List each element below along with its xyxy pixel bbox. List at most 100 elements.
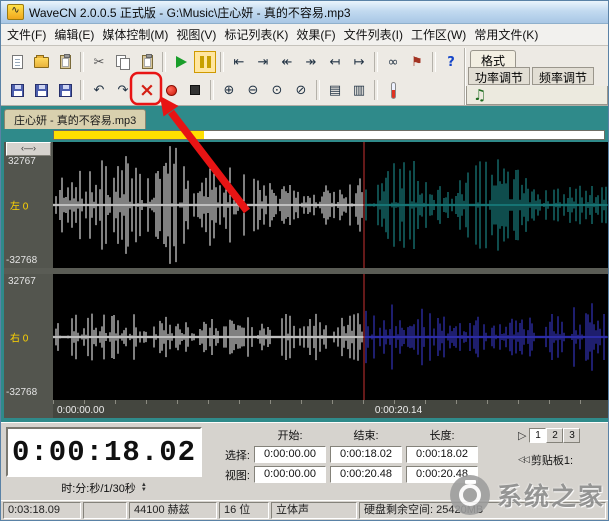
format-panel: 格式 功率调节 频率调节 ♫: [465, 48, 608, 105]
row-label-2: 视图:: [214, 466, 250, 483]
record-button[interactable]: [160, 79, 182, 101]
thermo-icon: [391, 82, 396, 99]
clip-icon: [142, 55, 153, 69]
music-note-icon: ♫: [473, 86, 486, 104]
next-marker-button[interactable]: ↠: [300, 51, 322, 73]
menu-item-4[interactable]: 视图(V): [172, 24, 220, 45]
clipboard-label-row: ◁◁ 剪贴板1:: [518, 452, 606, 468]
format-panel-tabs: 格式: [466, 48, 608, 67]
clipboard-slot-2[interactable]: 2: [546, 428, 563, 443]
left-channel-wave-container: [53, 142, 608, 268]
play-button[interactable]: [170, 51, 192, 73]
menu-item-6[interactable]: 效果(F): [292, 24, 339, 45]
time-ruler-corner: [4, 400, 53, 418]
right-channel-max-label: 32767: [8, 276, 36, 287]
delete-button[interactable]: ×: [136, 79, 158, 101]
titlebar: ∿ WaveCN 2.0.0.5 正式版 - G:\Music\庄心妍 - 真的…: [1, 1, 608, 24]
folder-icon: [34, 57, 49, 68]
overview-spacer: [4, 130, 53, 140]
copy-button[interactable]: [112, 51, 134, 73]
clipboard-nav-icon[interactable]: ◁◁: [518, 455, 528, 465]
levels-button[interactable]: ▥: [348, 79, 370, 101]
format-panel-content: ♫: [466, 86, 608, 105]
status-segment-2: [83, 502, 127, 519]
tab-power-adjust[interactable]: 功率调节: [468, 67, 530, 85]
left-channel-row: ‹—› 32767 左 0 -32768: [4, 142, 608, 268]
left-channel-min-label: -32768: [6, 255, 37, 266]
save-button[interactable]: [6, 79, 28, 101]
toolbar: ✂ ⇤⇥↞↠↤↦ ∞⚑? ↶↷× ⊕⊖⊙⊘ ▤▥ 格式 功率调节 频率调节 ♫: [1, 46, 608, 106]
clipboard-slot-1[interactable]: 1: [529, 428, 546, 443]
document-tab[interactable]: 庄心妍 - 真的不容易.mp3: [4, 109, 146, 129]
document-tabstrip: 庄心妍 - 真的不容易.mp3: [4, 108, 608, 129]
undo-button[interactable]: ↶: [88, 79, 110, 101]
paste-button[interactable]: [136, 51, 158, 73]
zoom-all-button[interactable]: ⊘: [290, 79, 312, 101]
save-selection-button[interactable]: [54, 79, 76, 101]
time-display: 0:00:18.02: [6, 427, 202, 477]
copy-icon: [116, 55, 130, 69]
menu-item-5[interactable]: 标记列表(K): [220, 24, 292, 45]
selection-end-button[interactable]: ↦: [348, 51, 370, 73]
time-display-group: 0:00:18.02 时:分:秒/1/30秒 ▲▼: [6, 427, 202, 500]
properties-button[interactable]: ▤: [324, 79, 346, 101]
menu-item-7[interactable]: 文件列表(I): [340, 24, 407, 45]
menu-item-8[interactable]: 工作区(W): [407, 24, 470, 45]
menu-item-9[interactable]: 常用文件(K): [470, 24, 542, 45]
tab-format[interactable]: 格式: [470, 50, 516, 67]
right-channel-ruler: 32767 右 0 -32768: [4, 274, 53, 400]
pause-button[interactable]: [194, 51, 216, 73]
menu-item-2[interactable]: 编辑(E): [50, 24, 98, 45]
right-channel-waveform[interactable]: [53, 274, 608, 400]
cut-button[interactable]: ✂: [88, 51, 110, 73]
goto-start-button[interactable]: ⇤: [228, 51, 250, 73]
save-as-button[interactable]: [30, 79, 52, 101]
timeline-ruler[interactable]: 0:00:00.00 0:00:20.14: [53, 400, 608, 418]
time-field-r1-c3[interactable]: 0:00:18.02: [406, 446, 478, 463]
floppy-icon: [11, 84, 24, 97]
toolbar-separator: [374, 52, 378, 72]
menu-item-1[interactable]: 文件(F): [3, 24, 50, 45]
status-segment-6: 硬盘剩余空间: 25420MB: [359, 502, 606, 519]
selection-start-button[interactable]: ↤: [324, 51, 346, 73]
pause-icon: [200, 56, 211, 68]
zoom-selection-button[interactable]: ⊙: [266, 79, 288, 101]
file-list-button[interactable]: [54, 51, 76, 73]
wave-zoom-scrollbar[interactable]: ‹—›: [6, 142, 51, 156]
prev-marker-button[interactable]: ↞: [276, 51, 298, 73]
status-segment-4: 16 位: [219, 502, 269, 519]
column-header-2: 结束:: [330, 427, 402, 443]
time-field-r2-c3[interactable]: 0:00:20.48: [406, 466, 478, 483]
row-label-1: 选择:: [214, 446, 250, 463]
level-meter[interactable]: [382, 79, 404, 101]
timeline-start-label: 0:00:00.00: [57, 405, 104, 416]
overview-bar[interactable]: [53, 130, 605, 140]
zoom-out-button[interactable]: ⊖: [242, 79, 264, 101]
time-field-r1-c2[interactable]: 0:00:18.02: [330, 446, 402, 463]
new-file-button[interactable]: [6, 51, 28, 73]
spin-down-icon[interactable]: ▼: [141, 488, 147, 493]
overview-view-region[interactable]: [54, 131, 204, 139]
clipboard-slot-3[interactable]: 3: [563, 428, 580, 443]
menu-item-3[interactable]: 媒体控制(M): [98, 24, 172, 45]
help-button[interactable]: ?: [440, 51, 462, 73]
open-file-button[interactable]: [30, 51, 52, 73]
tab-frequency-adjust[interactable]: 频率调节: [532, 67, 594, 85]
left-channel-waveform[interactable]: [53, 142, 608, 268]
menubar: 文件(F)编辑(E)媒体控制(M)视图(V)标记列表(K)效果(F)文件列表(I…: [1, 24, 608, 46]
add-marker-button[interactable]: ⚑: [406, 51, 428, 73]
loop-button[interactable]: ∞: [382, 51, 404, 73]
time-field-r2-c2[interactable]: 0:00:20.48: [330, 466, 402, 483]
time-field-r2-c1[interactable]: 0:00:00.00: [254, 466, 326, 483]
zoom-in-button[interactable]: ⊕: [218, 79, 240, 101]
redo-button[interactable]: ↷: [112, 79, 134, 101]
clipboard-group: ▷ 123 ◁◁ 剪贴板1:: [518, 427, 606, 500]
format-panel-tabs-row2: 功率调节 频率调节: [466, 67, 608, 86]
time-format-label: 时:分:秒/1/30秒: [61, 480, 136, 496]
stop-button[interactable]: [184, 79, 206, 101]
goto-end-button[interactable]: ⇥: [252, 51, 274, 73]
left-channel-max-label: 32767: [8, 156, 36, 167]
left-channel-zero-label: 左 0: [10, 198, 28, 213]
time-field-r1-c1[interactable]: 0:00:00.00: [254, 446, 326, 463]
clip-icon: [60, 55, 71, 69]
